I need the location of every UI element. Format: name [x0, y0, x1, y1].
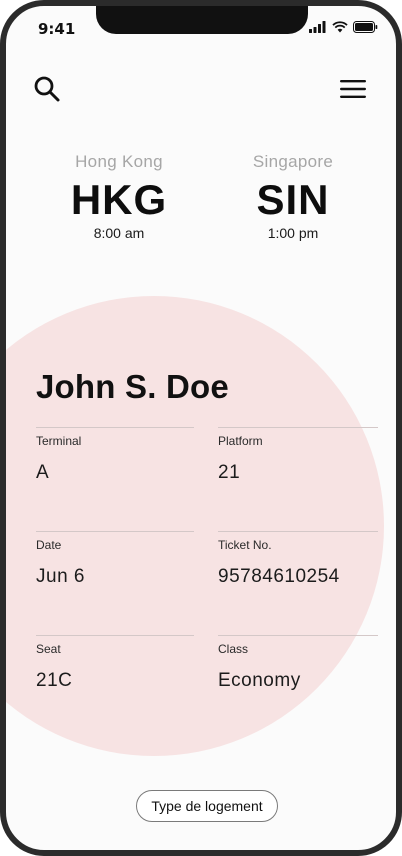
platform-label: Platform — [218, 434, 263, 448]
date-field: Date Jun 6 — [36, 531, 194, 588]
seat-value: 21C — [36, 670, 73, 691]
wifi-icon — [332, 21, 348, 33]
terminal-label: Terminal — [36, 434, 82, 448]
phone-frame: 9:41 Hong Kong HKG 8:00 am Singapore SIN… — [0, 0, 402, 856]
class-label: Class — [218, 642, 249, 656]
hamburger-menu-icon — [340, 80, 366, 98]
class-field: Class Economy — [218, 635, 378, 692]
destination-city-name: Singapore — [252, 152, 334, 171]
device-notch — [96, 6, 308, 34]
ticket-number-value: 95784610254 — [218, 566, 340, 587]
destination-arrival-time: 1:00 pm — [267, 225, 319, 241]
class-value: Economy — [218, 670, 301, 691]
origin-city-name: Hong Kong — [75, 152, 163, 171]
status-bar-time: 9:41 — [38, 20, 76, 38]
origin-departure-time: 8:00 am — [93, 225, 145, 241]
origin-city-code: HKG — [70, 176, 168, 223]
ticket-number-field: Ticket No. 95784610254 — [218, 531, 378, 588]
search-button[interactable] — [32, 74, 62, 104]
terminal-value: A — [36, 462, 50, 483]
date-value: Jun 6 — [36, 566, 85, 587]
battery-icon — [353, 21, 378, 33]
accommodation-type-chip[interactable]: Type de logement — [136, 790, 278, 822]
seat-field: Seat 21C — [36, 635, 194, 692]
platform-field: Platform 21 — [218, 427, 378, 484]
passenger-name: John S. Doe — [36, 368, 229, 405]
status-bar-icons — [309, 21, 378, 33]
origin-city: Hong Kong HKG 8:00 am — [44, 152, 194, 241]
seat-label: Seat — [36, 642, 61, 656]
destination-city-code: SIN — [256, 176, 330, 223]
terminal-field: Terminal A — [36, 427, 194, 484]
search-icon — [34, 76, 60, 102]
date-label: Date — [36, 538, 62, 552]
ticket-number-label: Ticket No. — [218, 538, 272, 552]
cellular-signal-icon — [309, 21, 326, 33]
destination-city: Singapore SIN 1:00 pm — [218, 152, 368, 241]
menu-button[interactable] — [338, 74, 368, 104]
platform-value: 21 — [218, 462, 241, 483]
